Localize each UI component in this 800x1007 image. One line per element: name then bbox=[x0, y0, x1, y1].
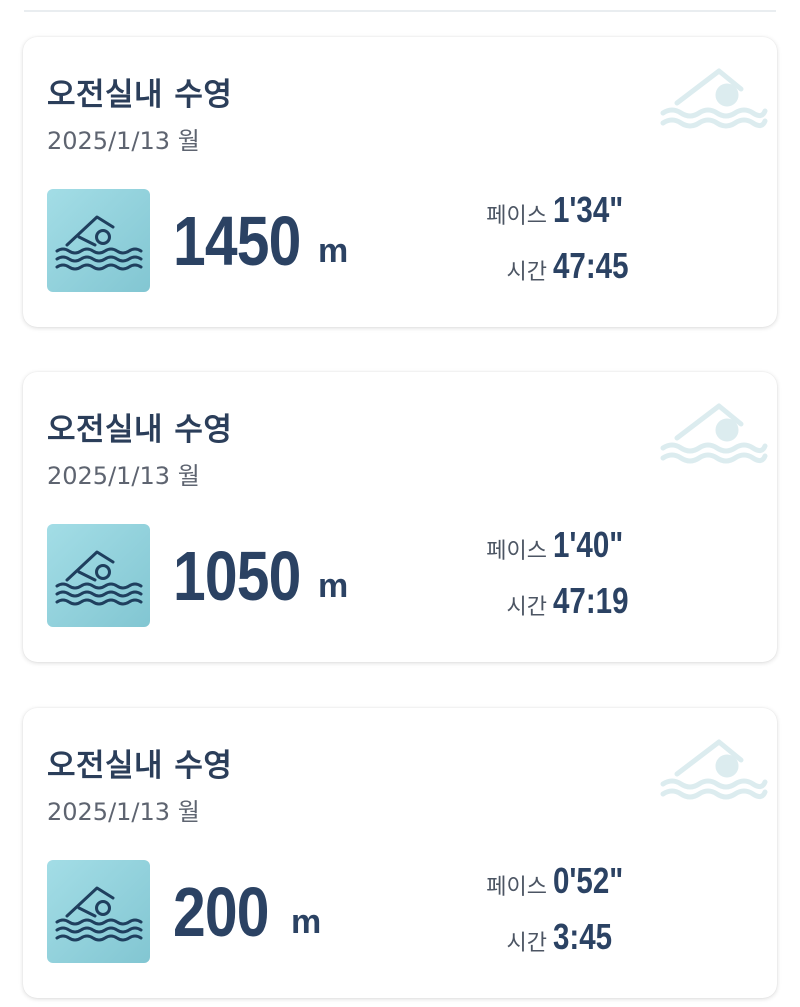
time-label: 시간 bbox=[506, 595, 547, 620]
activity-title: 오전실내 수영 bbox=[47, 77, 233, 113]
time-value: 47:45 bbox=[553, 245, 629, 286]
activity-date: 2025/1/13 월 bbox=[47, 127, 200, 155]
activity-title: 오전실내 수영 bbox=[47, 412, 233, 448]
swimming-watermark-icon bbox=[660, 403, 768, 464]
pace-value: 1'40" bbox=[553, 524, 624, 565]
pace-stat: 페이스 0'52" bbox=[23, 860, 777, 904]
pace-stat: 페이스 1'40" bbox=[23, 524, 777, 568]
activity-list: 오전실내 수영 2025/1/13 월 1450 m 페이스 1'34" 시간 … bbox=[0, 0, 800, 1007]
time-label: 시간 bbox=[506, 931, 547, 956]
pace-label: 페이스 bbox=[486, 204, 547, 229]
activity-card[interactable]: 오전실내 수영 2025/1/13 월 bbox=[23, 372, 777, 662]
activity-card[interactable]: 오전실내 수영 2025/1/13 월 bbox=[23, 37, 777, 327]
time-value: 3:45 bbox=[553, 916, 613, 957]
time-stat: 시간 47:45 bbox=[23, 245, 777, 289]
activity-card[interactable]: 오전실내 수영 2025/1/13 월 bbox=[23, 708, 777, 998]
pace-stat: 페이스 1'34" bbox=[23, 189, 777, 233]
pace-label: 페이스 bbox=[486, 875, 547, 900]
swimming-watermark-icon bbox=[660, 68, 768, 129]
time-stat: 시간 3:45 bbox=[23, 916, 777, 960]
time-value: 47:19 bbox=[553, 580, 629, 621]
swimming-watermark-icon bbox=[660, 739, 768, 800]
activity-date: 2025/1/13 월 bbox=[47, 798, 200, 826]
time-stat: 시간 47:19 bbox=[23, 580, 777, 624]
activity-title: 오전실내 수영 bbox=[47, 748, 233, 784]
pace-value: 1'34" bbox=[553, 189, 624, 230]
pace-value: 0'52" bbox=[553, 860, 624, 901]
activity-date: 2025/1/13 월 bbox=[47, 462, 200, 490]
pace-label: 페이스 bbox=[486, 539, 547, 564]
time-label: 시간 bbox=[506, 260, 547, 285]
